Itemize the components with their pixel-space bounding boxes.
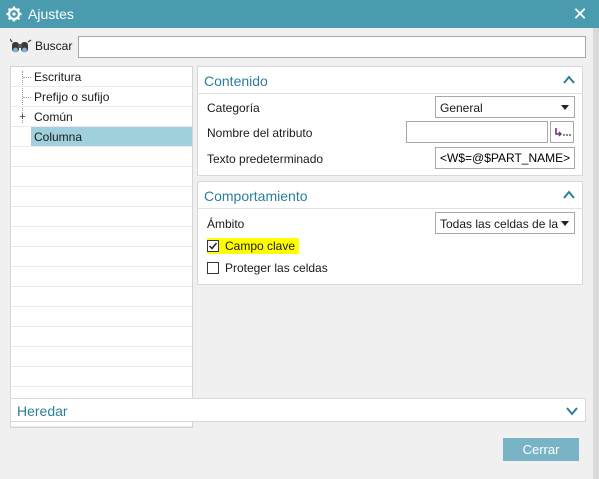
proteger-celdas-checkbox[interactable] xyxy=(207,262,219,274)
search-input[interactable] xyxy=(78,36,586,58)
tree-empty-row xyxy=(11,287,192,307)
dropdown-arrow-icon xyxy=(561,105,569,110)
campo-clave-option: Campo clave xyxy=(207,238,299,254)
dialog-body: Buscar Escritura Prefijo o sufijo + Comú… xyxy=(0,28,593,479)
tree-connector xyxy=(23,77,31,78)
tree-item-columna[interactable]: Columna xyxy=(31,127,192,146)
tree-empty-row xyxy=(11,307,192,327)
texto-predeterminado-input[interactable] xyxy=(435,147,575,169)
settings-tree: Escritura Prefijo o sufijo + Común Colum… xyxy=(10,66,193,428)
tree-empty-row xyxy=(11,247,192,267)
tree-row: + Común xyxy=(11,107,192,127)
tree-empty-row xyxy=(11,167,192,187)
tree-empty-row xyxy=(11,367,192,387)
chevron-down-icon[interactable] xyxy=(565,404,579,418)
contenido-panel: Contenido Categoría General Nombre del a… xyxy=(197,66,583,176)
texto-predeterminado-label: Texto predeterminado xyxy=(207,152,324,166)
comportamiento-header: Comportamiento xyxy=(204,188,308,204)
window-edge xyxy=(593,28,599,479)
checkmark-icon xyxy=(208,242,218,250)
search-label: Buscar xyxy=(35,39,73,53)
tree-empty-row xyxy=(11,267,192,287)
ambito-value: Todas las celdas de la xyxy=(440,217,559,231)
categoria-dropdown[interactable]: General xyxy=(435,96,575,118)
binoculars-icon xyxy=(10,38,32,53)
tree-item-comun[interactable]: Común xyxy=(31,107,192,126)
chevron-up-icon[interactable] xyxy=(562,188,576,202)
tree-empty-row xyxy=(11,187,192,207)
panel-divider xyxy=(198,208,582,209)
proteger-celdas-option: Proteger las celdas xyxy=(207,260,347,276)
campo-clave-label: Campo clave xyxy=(225,239,296,253)
arrow-ellipsis-icon xyxy=(555,128,571,137)
search-bar: Buscar xyxy=(8,36,588,58)
tree-empty-row xyxy=(11,227,192,247)
tree-item-escritura[interactable]: Escritura xyxy=(31,67,192,86)
tree-row: Prefijo o sufijo xyxy=(11,87,192,107)
categoria-value: General xyxy=(440,101,483,115)
tree-item-prefijo-o-sufijo[interactable]: Prefijo o sufijo xyxy=(31,87,192,106)
tree-empty-row xyxy=(11,327,192,347)
gear-icon xyxy=(6,6,22,22)
dropdown-arrow-icon xyxy=(561,221,569,226)
window-title: Ajustes xyxy=(28,6,74,22)
campo-clave-checkbox[interactable] xyxy=(207,240,219,252)
expand-icon[interactable]: + xyxy=(18,112,27,123)
panel-divider xyxy=(198,93,582,94)
ambito-dropdown[interactable]: Todas las celdas de la xyxy=(435,212,575,234)
tree-empty-row xyxy=(11,347,192,367)
contenido-header: Contenido xyxy=(204,73,268,89)
title-bar: Ajustes ✕ xyxy=(0,0,599,28)
heredar-panel[interactable]: Heredar xyxy=(10,398,586,422)
comportamiento-panel: Comportamiento Ámbito Todas las celdas d… xyxy=(197,181,583,285)
categoria-label: Categoría xyxy=(207,101,260,115)
close-icon[interactable]: ✕ xyxy=(570,4,590,24)
tree-connector xyxy=(23,97,31,98)
tree-row: Columna xyxy=(11,127,192,147)
attribute-picker-button[interactable] xyxy=(550,121,574,143)
chevron-up-icon[interactable] xyxy=(562,73,576,87)
tree-empty-row xyxy=(11,207,192,227)
close-button[interactable]: Cerrar xyxy=(503,438,579,461)
nombre-atributo-label: Nombre del atributo xyxy=(207,126,313,140)
tree-empty-row xyxy=(11,147,192,167)
heredar-header: Heredar xyxy=(17,403,68,419)
nombre-atributo-input[interactable] xyxy=(406,121,548,143)
tree-row: Escritura xyxy=(11,67,192,87)
ambito-label: Ámbito xyxy=(207,217,245,231)
proteger-celdas-label: Proteger las celdas xyxy=(225,261,328,275)
